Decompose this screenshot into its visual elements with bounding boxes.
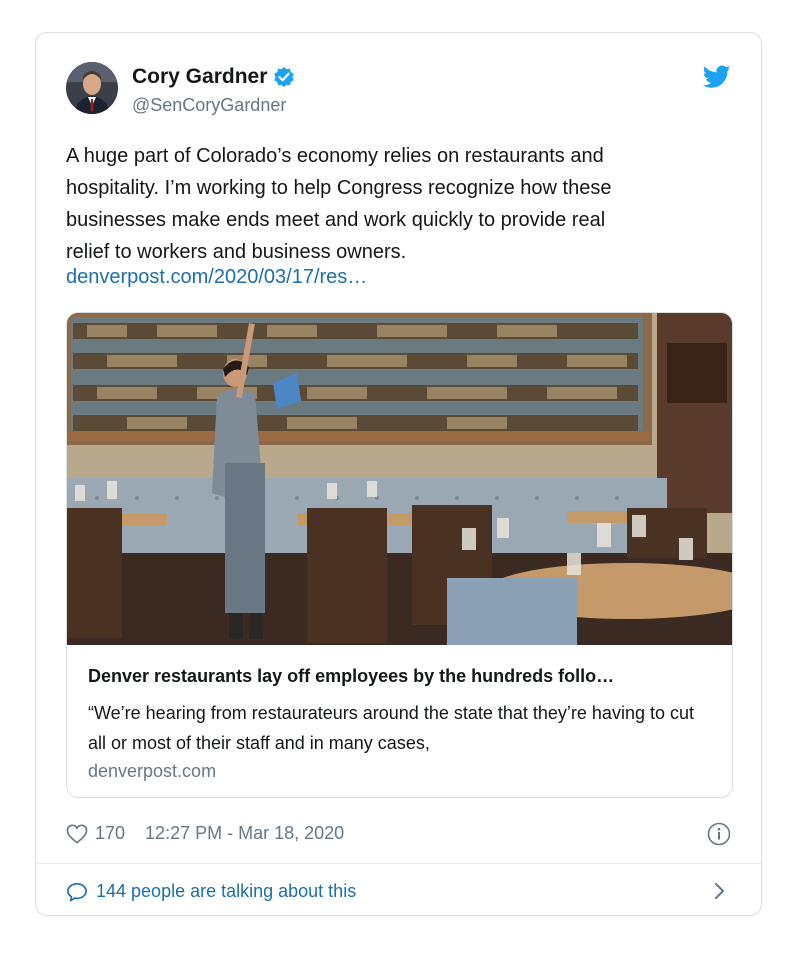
- verified-badge-icon: [273, 66, 295, 88]
- author-handle[interactable]: @SenCoryGardner: [132, 95, 286, 116]
- link-card-domain: denverpost.com: [88, 761, 217, 781]
- divider: [36, 863, 761, 864]
- twitter-bird-icon[interactable]: [702, 65, 731, 89]
- speech-bubble-icon: [66, 882, 88, 902]
- heart-icon[interactable]: [66, 824, 88, 844]
- avatar[interactable]: [66, 62, 118, 114]
- tweet-meta-row: 170 12:27 PM - Mar 18, 2020: [66, 823, 344, 844]
- like-count[interactable]: 170: [95, 823, 125, 844]
- tweet-timestamp[interactable]: 12:27 PM - Mar 18, 2020: [145, 823, 344, 844]
- link-preview-card[interactable]: Denver restaurants lay off employees by …: [66, 312, 733, 798]
- author-row: Cory Gardner: [132, 65, 295, 89]
- tweet-embed-card: Cory Gardner @SenCoryGardner A huge part…: [35, 32, 762, 916]
- tweet-text: A huge part of Colorado’s economy relies…: [66, 145, 612, 263]
- author-name[interactable]: Cory Gardner: [132, 65, 267, 89]
- chevron-right-icon[interactable]: [713, 881, 727, 901]
- link-card-description: “We’re hearing from restaurateurs around…: [88, 703, 694, 753]
- link-card-title[interactable]: Denver restaurants lay off employees by …: [88, 666, 713, 687]
- talking-about-text[interactable]: 144 people are talking about this: [96, 881, 356, 902]
- talking-about-row[interactable]: 144 people are talking about this: [66, 881, 356, 902]
- info-icon[interactable]: [707, 822, 731, 846]
- tweet-link[interactable]: denverpost.com/2020/03/17/res…: [66, 266, 367, 289]
- link-preview-image[interactable]: [67, 313, 732, 645]
